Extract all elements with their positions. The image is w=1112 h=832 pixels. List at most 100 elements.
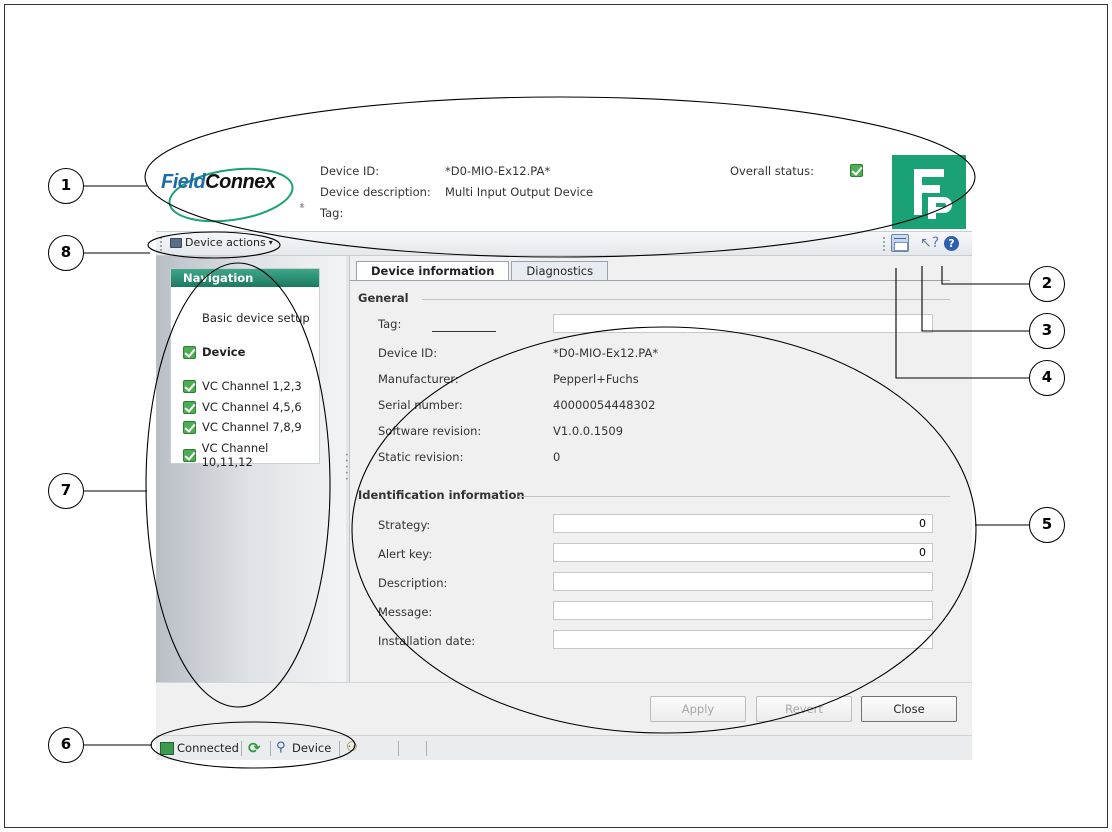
alert-key-input[interactable]	[553, 543, 933, 562]
identification-section-title: Identification information	[358, 488, 525, 502]
toolbar: Device actions ▾ ↖? ?	[156, 231, 972, 256]
strategy-input[interactable]	[553, 514, 933, 533]
check-icon	[183, 379, 196, 393]
general-tag-label: Tag:	[378, 317, 402, 331]
tag-label: Tag:	[320, 206, 344, 220]
callout-6: 6	[48, 727, 84, 763]
app-window: FieldConnex ® Device ID: *D0-MIO-Ex12.PA…	[156, 155, 972, 760]
nav-item-vc-channel-1-2-3[interactable]: VC Channel 1,2,3	[183, 379, 302, 393]
callout-8: 8	[48, 235, 84, 271]
tab-diagnostics[interactable]: Diagnostics	[511, 261, 609, 281]
check-icon	[183, 345, 196, 359]
callout-3: 3	[1029, 313, 1065, 349]
strategy-label: Strategy:	[378, 518, 431, 532]
status-bar: Connected ⟳ ⚲ Device ⚇	[156, 735, 972, 760]
device-header: FieldConnex ® Device ID: *D0-MIO-Ex12.PA…	[156, 155, 972, 231]
identification-section-rule	[518, 496, 950, 497]
pepperl-fuchs-logo	[892, 155, 966, 229]
refresh-icon: ⟳	[248, 739, 261, 757]
nav-item-vc-channel-4-5-6[interactable]: VC Channel 4,5,6	[183, 400, 302, 414]
nav-item-label: Basic device setup	[202, 311, 310, 325]
callout-1: 1	[48, 168, 84, 204]
chevron-down-icon: ▾	[268, 238, 273, 247]
check-icon	[183, 448, 196, 462]
nav-item-label: VC Channel 1,2,3	[202, 379, 302, 393]
message-label: Message:	[378, 605, 433, 619]
static-revision-value: 0	[553, 450, 561, 464]
nav-item-basic-device-setup[interactable]: Basic device setup	[202, 311, 310, 325]
serial-number-label: Serial number:	[378, 398, 463, 412]
software-revision-value: V1.0.0.1509	[553, 424, 624, 438]
connection-icon	[160, 741, 174, 755]
nav-item-vc-channel-7-8-9[interactable]: VC Channel 7,8,9	[183, 420, 302, 434]
status-separator	[426, 741, 427, 756]
device-actions-label: Device actions	[185, 236, 266, 249]
status-separator	[270, 741, 271, 756]
tab-device-information[interactable]: Device information	[356, 261, 510, 281]
message-input[interactable]	[553, 601, 933, 620]
overall-status-label: Overall status:	[730, 164, 814, 178]
callout-7: 7	[48, 473, 84, 509]
serial-number-value: 40000054448302	[553, 398, 656, 412]
tab-divider	[350, 280, 950, 281]
revert-button[interactable]: Revert	[756, 696, 852, 722]
description-input[interactable]	[553, 572, 933, 591]
tag-input[interactable]	[553, 314, 933, 333]
connection-status-label: Connected	[177, 741, 239, 755]
callout-4: 4	[1029, 360, 1065, 396]
check-icon	[183, 400, 196, 414]
device-actions-icon	[170, 237, 182, 248]
navigation-box: Navigation Basic device setup Device VC …	[170, 268, 320, 469]
users-button[interactable]: ⚇	[346, 741, 360, 755]
apply-button[interactable]: Apply	[650, 696, 746, 722]
device-actions-menu[interactable]: Device actions ▾	[170, 236, 273, 249]
content-panel: Device information Diagnostics General T…	[350, 256, 972, 682]
logo-text-field: Field	[161, 171, 206, 193]
logo-text-connex: Connex	[205, 171, 276, 193]
device-description-label: Device description:	[320, 185, 431, 199]
close-button[interactable]: Close	[861, 696, 957, 722]
software-revision-label: Software revision:	[378, 424, 482, 438]
alert-key-label: Alert key:	[378, 547, 433, 561]
help-icon[interactable]: ?	[944, 236, 959, 251]
device-icon: ⚲	[276, 740, 286, 755]
general-section-rule	[422, 299, 950, 300]
device-status-label: Device	[292, 741, 332, 755]
nav-item-vc-channel-10-11-12[interactable]: VC Channel 10,11,12	[183, 441, 319, 469]
navigation-title: Navigation	[171, 269, 319, 287]
refresh-button[interactable]: ⟳	[248, 741, 263, 756]
users-icon: ⚇	[346, 740, 358, 755]
connection-status[interactable]: Connected	[160, 741, 239, 755]
status-separator	[398, 741, 399, 756]
navigation-panel: Navigation Basic device setup Device VC …	[156, 256, 346, 682]
general-section-title: General	[358, 291, 409, 305]
device-id-label: Device ID:	[320, 164, 380, 178]
device-status[interactable]: ⚲ Device	[276, 740, 332, 756]
nav-item-device[interactable]: Device	[183, 345, 245, 359]
status-separator	[241, 741, 242, 756]
pf-logo-mark	[914, 169, 952, 219]
nav-item-label: VC Channel 7,8,9	[202, 420, 302, 434]
pointer-help-icon[interactable]: ↖?	[920, 234, 939, 252]
logo-text: FieldConnex	[161, 171, 276, 194]
nav-item-label: VC Channel 10,11,12	[201, 441, 269, 469]
toolbar-grip	[160, 237, 162, 251]
overall-status-check-icon	[850, 164, 863, 177]
description-label: Description:	[378, 576, 448, 590]
callout-5: 5	[1029, 507, 1065, 543]
manufacturer-label: Manufacturer:	[378, 372, 459, 386]
tab-strip: Device information Diagnostics	[356, 261, 610, 281]
device-description-value: Multi Input Output Device	[445, 185, 594, 199]
device-id-field-label: Device ID:	[378, 346, 438, 360]
body-area: Navigation Basic device setup Device VC …	[156, 256, 972, 682]
check-icon	[183, 420, 196, 434]
dialog-footer: Apply Revert Close	[156, 682, 972, 735]
fieldconnex-logo: FieldConnex ®	[161, 165, 305, 225]
callout-2: 2	[1029, 266, 1065, 302]
status-separator	[339, 741, 340, 756]
splitter-grip-icon: • • • • •	[345, 452, 349, 483]
window-layout-icon[interactable]	[891, 234, 909, 252]
installation-date-input[interactable]	[553, 630, 933, 649]
device-id-field-value: *D0-MIO-Ex12.PA*	[553, 346, 659, 360]
tag-underline	[432, 331, 496, 332]
